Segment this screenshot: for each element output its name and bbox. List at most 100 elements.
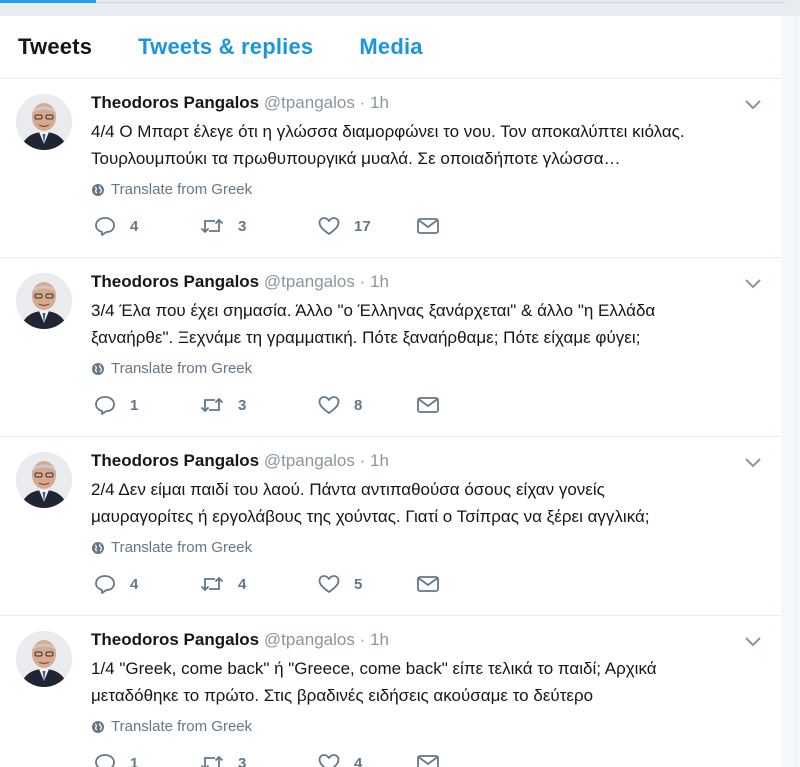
active-nav-underline — [0, 0, 96, 3]
author-name[interactable]: Theodoros Pangalos — [91, 451, 259, 470]
reply-icon — [95, 396, 115, 415]
tweet-content: Theodoros Pangalos @tpangalos · 1h 2/4 Δ… — [91, 449, 763, 556]
message-icon — [417, 755, 439, 767]
globe-icon — [92, 362, 104, 375]
tab-tweets[interactable]: Tweets — [18, 34, 92, 60]
tweet-text: 1/4 "Greek, come back" ή "Greece, come b… — [91, 655, 763, 709]
translate-label: Translate from Greek — [111, 181, 253, 198]
translate-link[interactable]: Translate from Greek — [91, 539, 763, 556]
direct-message-button[interactable] — [416, 753, 440, 767]
avatar[interactable] — [16, 94, 72, 150]
like-button[interactable]: 8 — [318, 395, 416, 415]
author-name[interactable]: Theodoros Pangalos — [91, 272, 259, 291]
like-button[interactable]: 4 — [318, 753, 416, 767]
globe-icon — [92, 720, 104, 733]
avatar[interactable] — [16, 273, 72, 329]
tweet[interactable]: Theodoros Pangalos @tpangalos · 1h 2/4 Δ… — [0, 437, 781, 616]
reply-icon — [95, 575, 115, 594]
retweet-count: 3 — [238, 754, 247, 767]
translate-label: Translate from Greek — [111, 360, 253, 377]
direct-message-button[interactable] — [416, 574, 440, 594]
tweet-text: 4/4 Ο Μπαρτ έλεγε ότι η γλώσσα διαμορφών… — [91, 118, 763, 172]
tweet-header: Theodoros Pangalos @tpangalos · 1h — [91, 270, 763, 294]
nav-divider — [96, 2, 786, 3]
reply-button[interactable]: 1 — [94, 395, 200, 415]
reply-button[interactable]: 4 — [94, 574, 200, 594]
profile-tabs: Tweets Tweets & replies Media — [0, 16, 781, 79]
chevron-down-icon[interactable] — [743, 634, 763, 648]
tweet-text-line: 3/4 Έλα που έχει σημασία. Άλλο "ο Έλληνα… — [91, 301, 656, 320]
author-name[interactable]: Theodoros Pangalos — [91, 93, 259, 112]
tweet-timestamp[interactable]: 1h — [370, 272, 389, 291]
retweet-count: 3 — [238, 396, 247, 414]
direct-message-button[interactable] — [416, 395, 440, 415]
tweet-content: Theodoros Pangalos @tpangalos · 1h 4/4 Ο… — [91, 91, 763, 198]
reply-count: 1 — [130, 396, 139, 414]
retweet-count: 4 — [238, 575, 247, 593]
tweet-content: Theodoros Pangalos @tpangalos · 1h 3/4 Έ… — [91, 270, 763, 377]
message-icon — [417, 218, 439, 234]
translate-label: Translate from Greek — [111, 539, 253, 556]
retweet-button[interactable]: 3 — [200, 395, 318, 415]
reply-icon — [95, 217, 115, 236]
tweet-text-line: 2/4 Δεν είμαι παιδί του λαού. Πάντα αντι… — [91, 480, 605, 499]
reply-count: 4 — [130, 575, 139, 593]
chevron-down-icon[interactable] — [743, 276, 763, 290]
tweet[interactable]: Theodoros Pangalos @tpangalos · 1h 4/4 Ο… — [0, 79, 781, 258]
retweet-button[interactable]: 3 — [200, 753, 318, 767]
tweet-timestamp[interactable]: 1h — [370, 451, 389, 470]
avatar[interactable] — [16, 452, 72, 508]
message-icon — [417, 397, 439, 413]
retweet-count: 3 — [238, 217, 247, 235]
tweet[interactable]: Theodoros Pangalos @tpangalos · 1h 3/4 Έ… — [0, 258, 781, 437]
author-handle[interactable]: @tpangalos — [264, 630, 355, 649]
retweet-icon — [200, 397, 224, 413]
retweet-icon — [200, 218, 224, 234]
tweet-timestamp[interactable]: 1h — [370, 630, 389, 649]
retweet-button[interactable]: 4 — [200, 574, 318, 594]
tweet-actions: 1 3 4 — [94, 753, 440, 767]
globe-icon — [92, 541, 104, 554]
timeline-panel: Tweets Tweets & replies Media Theodoros … — [0, 16, 781, 767]
translate-link[interactable]: Translate from Greek — [91, 360, 763, 377]
tweet-text-line: 4/4 Ο Μπαρτ έλεγε ότι η γλώσσα διαμορφών… — [91, 122, 685, 141]
reply-count: 4 — [130, 217, 139, 235]
message-icon — [417, 576, 439, 592]
direct-message-button[interactable] — [416, 216, 440, 236]
chevron-down-icon[interactable] — [743, 455, 763, 469]
top-strip — [0, 0, 800, 16]
translate-label: Translate from Greek — [111, 718, 253, 735]
author-handle[interactable]: @tpangalos — [264, 93, 355, 112]
like-icon — [318, 217, 340, 235]
like-button[interactable]: 17 — [318, 216, 416, 236]
tab-tweets-and-replies[interactable]: Tweets & replies — [138, 34, 313, 60]
like-icon — [318, 575, 340, 593]
like-count: 5 — [354, 575, 363, 593]
like-count: 8 — [354, 396, 363, 414]
sidebar-divider — [795, 16, 796, 767]
author-name[interactable]: Theodoros Pangalos — [91, 630, 259, 649]
tweet-text-line: μαυραγορίτες ή εργολάβους της χούντας. Γ… — [91, 507, 650, 526]
separator-dot: · — [359, 451, 366, 470]
tweet-list: Theodoros Pangalos @tpangalos · 1h 4/4 Ο… — [0, 79, 781, 767]
author-handle[interactable]: @tpangalos — [264, 272, 355, 291]
tweet-header: Theodoros Pangalos @tpangalos · 1h — [91, 449, 763, 473]
reply-count: 1 — [130, 754, 139, 767]
tweet-text: 3/4 Έλα που έχει σημασία. Άλλο "ο Έλληνα… — [91, 297, 763, 351]
tweet[interactable]: Theodoros Pangalos @tpangalos · 1h 1/4 "… — [0, 616, 781, 767]
reply-button[interactable]: 1 — [94, 753, 200, 767]
tweet-text: 2/4 Δεν είμαι παιδί του λαού. Πάντα αντι… — [91, 476, 763, 530]
like-button[interactable]: 5 — [318, 574, 416, 594]
retweet-button[interactable]: 3 — [200, 216, 318, 236]
like-count: 4 — [354, 754, 363, 767]
tab-media[interactable]: Media — [359, 34, 422, 60]
globe-icon — [92, 183, 104, 196]
author-handle[interactable]: @tpangalos — [264, 451, 355, 470]
reply-button[interactable]: 4 — [94, 216, 200, 236]
translate-link[interactable]: Translate from Greek — [91, 718, 763, 735]
tweet-content: Theodoros Pangalos @tpangalos · 1h 1/4 "… — [91, 628, 763, 735]
chevron-down-icon[interactable] — [743, 97, 763, 111]
translate-link[interactable]: Translate from Greek — [91, 181, 763, 198]
tweet-timestamp[interactable]: 1h — [370, 93, 389, 112]
avatar[interactable] — [16, 631, 72, 687]
